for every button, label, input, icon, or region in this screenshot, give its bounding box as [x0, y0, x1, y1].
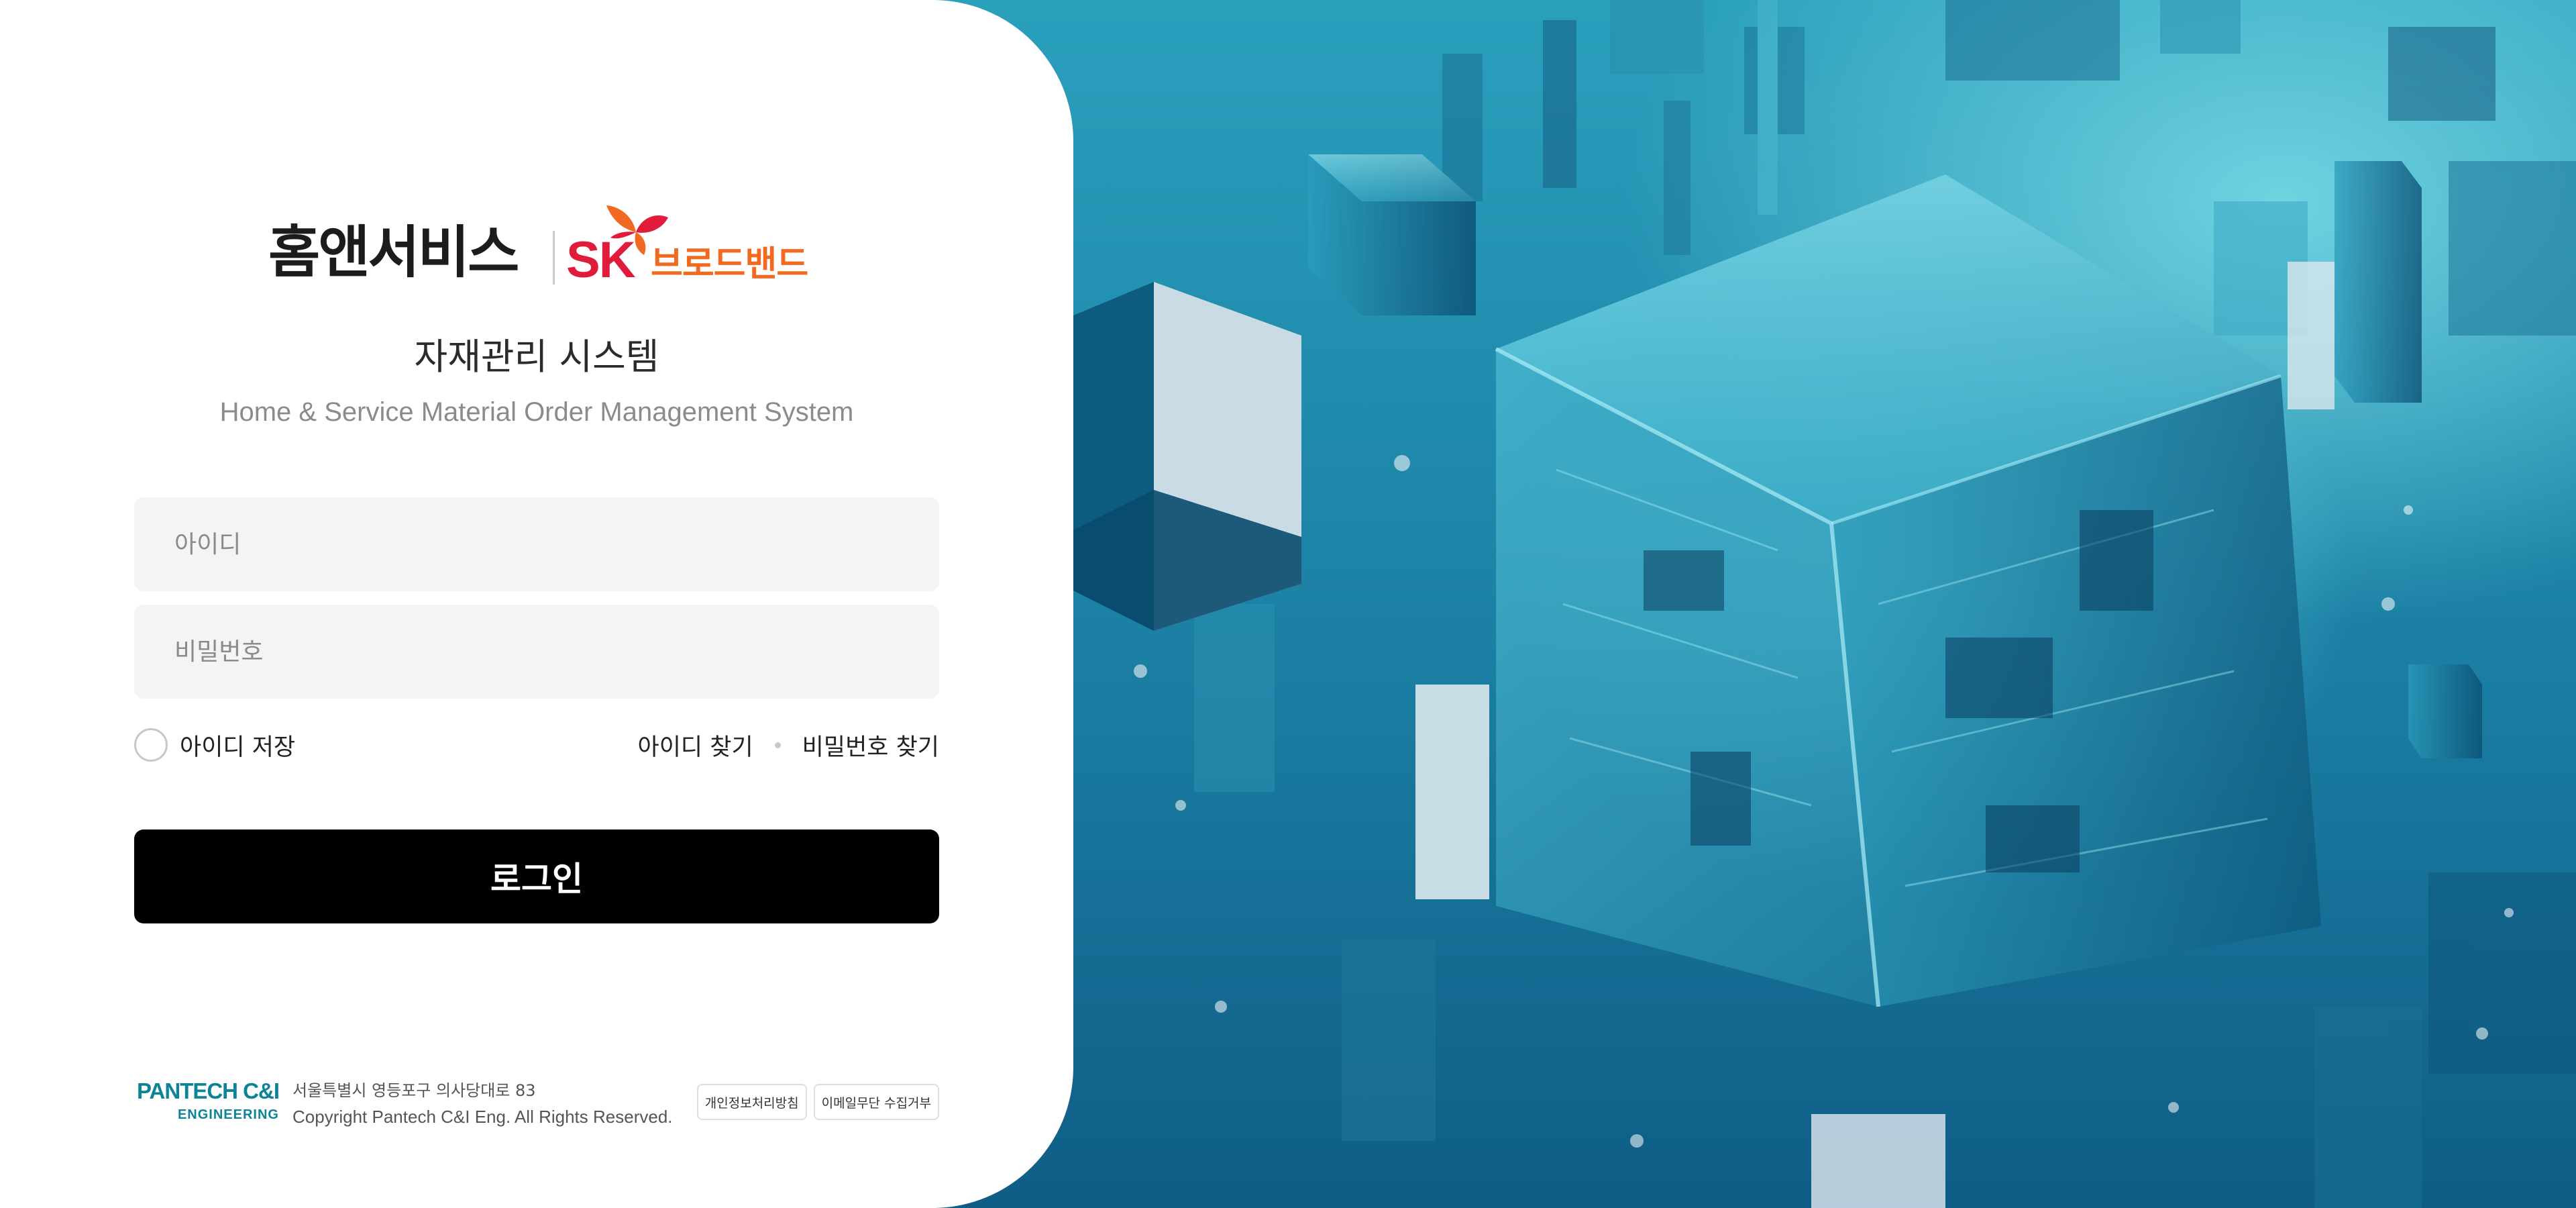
remember-id-toggle[interactable]: 아이디 저장	[134, 725, 295, 765]
footer-policy-buttons: 개인정보처리방침 이메일무단 수집거부	[696, 1084, 939, 1120]
copyright-text: Copyright Pantech C&I Eng. All Rights Re…	[292, 1107, 673, 1127]
logo-divider	[553, 231, 555, 285]
radio-circle-icon[interactable]	[134, 728, 168, 762]
sk-wordmark: SK	[566, 232, 636, 289]
brand-logo: 홈앤서비스 SK 브로드밴드	[268, 196, 812, 297]
password-field	[134, 605, 939, 699]
id-field	[134, 497, 939, 591]
find-password-link[interactable]: 비밀번호 찾기	[802, 728, 939, 762]
footer: PANTECH C&I ENGINEERING 서울특별시 영등포구 의사당대로…	[134, 1077, 939, 1131]
privacy-policy-button[interactable]: 개인정보처리방침	[696, 1084, 807, 1120]
login-options: 아이디 저장 아이디 찾기 비밀번호 찾기	[134, 725, 939, 765]
pantech-logo: PANTECH C&I ENGINEERING	[134, 1080, 282, 1127]
link-separator-dot	[774, 742, 781, 748]
page-subtitle: Home & Service Material Order Management…	[219, 397, 854, 427]
login-button[interactable]: 로그인	[134, 829, 939, 923]
broadband-wordmark: 브로드밴드	[651, 244, 808, 285]
page-title: 자재관리 시스템	[414, 336, 659, 378]
email-collection-refusal-button[interactable]: 이메일무단 수집거부	[813, 1084, 939, 1120]
pantech-logo-sub: ENGINEERING	[177, 1107, 279, 1122]
remember-id-label: 아이디 저장	[180, 734, 296, 761]
login-panel: 홈앤서비스 SK 브로드밴드 자재관리 시스템 Home & Service M…	[0, 0, 1073, 1208]
glass-cube-graphic	[1495, 174, 2321, 1007]
home-service-wordmark: 홈앤서비스	[268, 219, 519, 285]
id-input[interactable]	[134, 497, 939, 591]
login-page: 홈앤서비스 SK 브로드밴드 자재관리 시스템 Home & Service M…	[0, 0, 2576, 1208]
pantech-logo-main: PANTECH C&I	[136, 1078, 280, 1103]
account-links: 아이디 찾기 비밀번호 찾기	[638, 725, 939, 765]
company-address: 서울특별시 영등포구 의사당대로 83	[292, 1081, 536, 1100]
find-id-link[interactable]: 아이디 찾기	[638, 728, 753, 762]
password-input[interactable]	[134, 605, 939, 699]
